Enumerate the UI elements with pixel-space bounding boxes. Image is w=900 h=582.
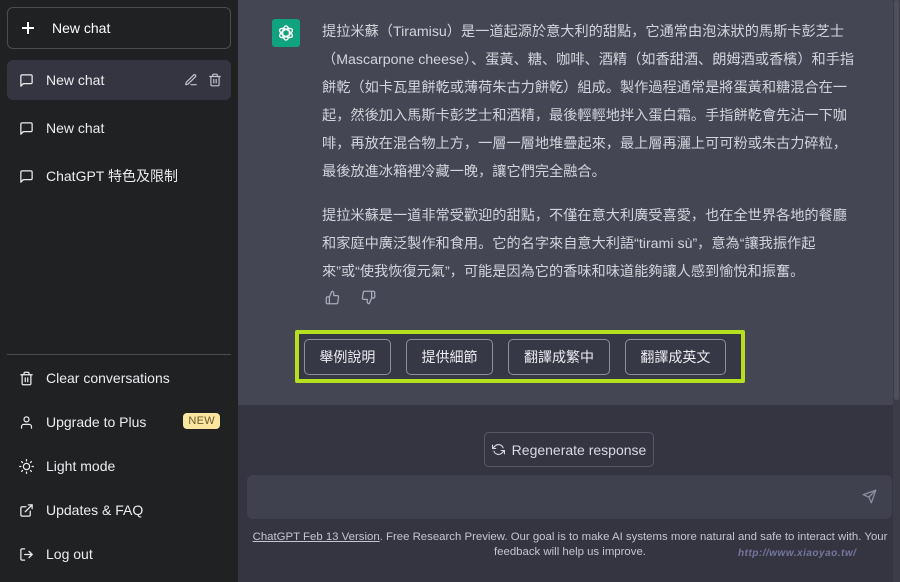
updates-faq-link[interactable]: Updates & FAQ [7, 488, 231, 532]
menu-item-label: Clear conversations [46, 370, 170, 386]
send-icon[interactable] [862, 489, 878, 505]
chat-item-label: ChatGPT 特色及限制 [46, 168, 178, 184]
message-icon [18, 72, 34, 88]
clear-conversations-button[interactable]: Clear conversations [7, 356, 231, 400]
suggestion-button[interactable]: 翻譯成繁中 [508, 338, 610, 375]
menu-item-label: Updates & FAQ [46, 502, 144, 518]
sidebar-menu: Clear conversations Upgrade to Plus NEW … [7, 356, 231, 576]
sun-icon [18, 458, 34, 474]
chat-item-label: New chat [46, 120, 105, 136]
chat-main: 提拉米蘇（Tiramisu）是一道起源於意大利的甜點，它通常由泡沫狀的馬斯卡彭芝… [238, 0, 900, 582]
thumbs-up-icon[interactable] [324, 289, 340, 305]
log-out-button[interactable]: Log out [7, 532, 231, 576]
scrollbar-thumb[interactable] [894, 0, 899, 400]
message-input[interactable] [259, 475, 849, 519]
thumbs-down-icon[interactable] [360, 289, 376, 305]
trash-icon[interactable] [207, 72, 223, 88]
suggestion-buttons-highlight: 舉例說明 提供細節 翻譯成繁中 翻譯成英文 [295, 330, 745, 383]
suggestion-button[interactable]: 提供細節 [405, 338, 494, 375]
feedback-buttons [324, 289, 376, 305]
external-link-icon [18, 502, 34, 518]
new-chat-label: New chat [52, 20, 111, 36]
menu-item-label: Light mode [46, 458, 116, 474]
regenerate-response-button[interactable]: Regenerate response [484, 432, 654, 467]
watermark: http://www.xiaoyao.tw/ [738, 548, 857, 559]
upgrade-to-plus-button[interactable]: Upgrade to Plus NEW [7, 400, 231, 444]
message-paragraph: 提拉米蘇是一道非常受歡迎的甜點，不僅在意大利廣受喜愛，也在全世界各地的餐廳和家庭… [322, 208, 847, 280]
chat-item[interactable]: ChatGPT 特色及限制 [7, 156, 231, 196]
message-icon [18, 168, 34, 184]
chat-item-label: New chat [46, 72, 105, 88]
regenerate-label: Regenerate response [511, 441, 647, 458]
chatgpt-logo-icon [272, 19, 300, 47]
light-mode-button[interactable]: Light mode [7, 444, 231, 488]
user-icon [18, 414, 34, 430]
version-link[interactable]: ChatGPT Feb 13 Version [253, 531, 380, 543]
logout-icon [18, 546, 34, 562]
message-icon [18, 120, 34, 136]
sidebar-divider [7, 354, 231, 355]
assistant-message: 提拉米蘇（Tiramisu）是一道起源於意大利的甜點，它通常由泡沫狀的馬斯卡彭芝… [238, 0, 893, 405]
trash-icon [18, 370, 34, 386]
chat-history-list: New chat New chat ChatGPT 特色及限制 [7, 60, 231, 204]
message-paragraph: 提拉米蘇（Tiramisu）是一道起源於意大利的甜點，它通常由泡沫狀的馬斯卡彭芝… [322, 24, 855, 180]
menu-item-label: Upgrade to Plus [46, 414, 147, 430]
sidebar: New chat New chat New chat ChatGPT 特色及限制… [0, 0, 238, 582]
plus-icon [22, 22, 34, 34]
new-chat-button[interactable]: New chat [7, 7, 231, 49]
chat-item[interactable]: New chat [7, 60, 231, 100]
suggestion-button[interactable]: 舉例說明 [304, 338, 391, 375]
refresh-icon [491, 443, 505, 456]
message-text: 提拉米蘇（Tiramisu）是一道起源於意大利的甜點，它通常由泡沫狀的馬斯卡彭芝… [322, 18, 860, 302]
chat-item[interactable]: New chat [7, 108, 231, 148]
message-composer [247, 475, 892, 519]
new-badge: NEW [183, 413, 220, 429]
suggestion-button[interactable]: 翻譯成英文 [624, 338, 726, 375]
menu-item-label: Log out [46, 546, 93, 562]
scrollbar[interactable] [893, 0, 900, 582]
edit-icon[interactable] [183, 72, 199, 88]
